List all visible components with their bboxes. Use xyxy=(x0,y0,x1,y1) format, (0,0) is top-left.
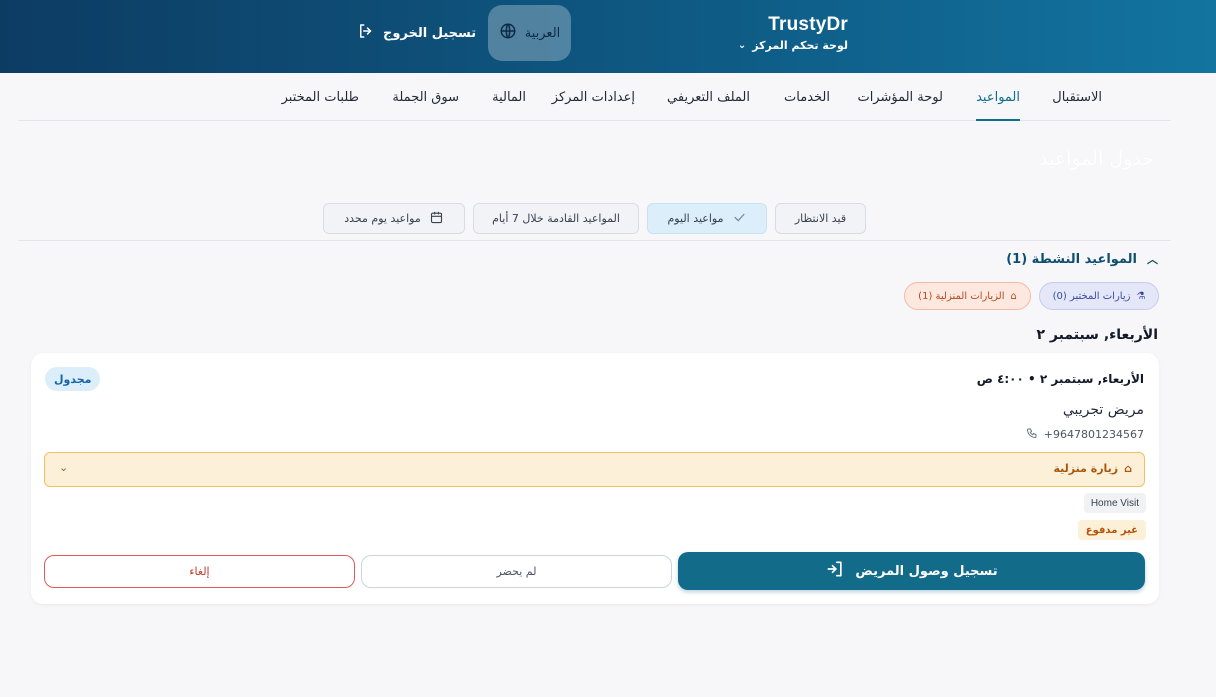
tab-dashboard[interactable]: لوحة المؤشرات xyxy=(857,73,943,121)
payment-status-badge: غير مدفوع xyxy=(1077,520,1146,540)
appointment-datetime: الأربعاء, سبتمبر ٢ • ٤:٠٠ ص xyxy=(976,372,1144,386)
home-icon: ⌂ xyxy=(1124,462,1132,475)
main-nav-tabs: الاستقبال المواعيد لوحة المؤشرات الخدمات… xyxy=(18,73,1171,121)
tab-finance[interactable]: المالية xyxy=(492,73,526,121)
filter-upcoming-label: المواعيد القادمة خلال 7 أيام xyxy=(492,212,620,225)
status-badge: مجدول xyxy=(45,367,101,391)
active-appointments-title: المواعيد النشطة (1) xyxy=(1006,251,1137,267)
home-icon: ⌂ xyxy=(1010,290,1017,302)
globe-icon xyxy=(499,22,517,44)
page-title: جدول المواعيد xyxy=(1039,148,1154,170)
no-show-label: لم يحضر xyxy=(496,565,537,578)
service-tag: Home Visit xyxy=(1083,493,1146,513)
patient-phone: +9647801234567 xyxy=(1026,427,1144,442)
chevron-down-icon: ⌄ xyxy=(737,40,747,51)
visit-type: ⌂ زيارة منزلية xyxy=(1053,462,1132,475)
flask-icon: ⚗ xyxy=(1136,290,1146,302)
filter-upcoming[interactable]: المواعيد القادمة خلال 7 أيام xyxy=(473,203,639,234)
phone-icon xyxy=(1026,427,1038,442)
filter-pending[interactable]: قيد الانتظار xyxy=(775,203,866,234)
logout-icon xyxy=(357,22,375,44)
logout-label: تسجيل الخروج xyxy=(383,25,477,41)
tab-lab-requests[interactable]: طلبات المختبر xyxy=(282,73,359,121)
brand-name: TrustyDr xyxy=(768,14,848,35)
tab-services[interactable]: الخدمات xyxy=(784,73,830,121)
active-appointments-toggle[interactable]: ︿ المواعيد النشطة (1) xyxy=(1006,251,1158,267)
check-in-button[interactable]: تسجيل وصول المريض xyxy=(678,552,1145,590)
brand-subtitle: لوحة تحكم المركز xyxy=(752,39,848,52)
appointment-card: الأربعاء, سبتمبر ٢ • ٤:٠٠ ص مجدول مريض ت… xyxy=(31,353,1159,604)
home-visits-label: الزيارات المنزلية (1) xyxy=(918,290,1005,302)
login-icon xyxy=(825,559,845,583)
calendar-icon xyxy=(429,210,444,228)
chevron-down-icon: ⌄ xyxy=(59,461,69,474)
tab-wholesale-market[interactable]: سوق الجملة xyxy=(392,73,459,121)
tab-center-settings[interactable]: إعدادات المركز xyxy=(552,73,635,121)
appointment-filters: قيد الانتظار مواعيد اليوم المواعيد القاد… xyxy=(0,203,1216,235)
check-icon xyxy=(732,210,747,228)
lab-visits-chip[interactable]: ⚗ زيارات المختبر (0) xyxy=(1039,282,1159,310)
chevron-up-icon: ︿ xyxy=(1147,253,1158,266)
tab-reception[interactable]: الاستقبال xyxy=(1052,73,1102,121)
visit-type-label: زيارة منزلية xyxy=(1053,462,1119,475)
language-label: العربية xyxy=(524,25,561,41)
visit-type-accordion[interactable]: ⌂ زيارة منزلية ⌄ xyxy=(44,452,1145,487)
filter-today[interactable]: مواعيد اليوم xyxy=(647,203,767,234)
home-visits-chip[interactable]: ⌂ الزيارات المنزلية (1) xyxy=(904,282,1031,310)
top-bar: TrustyDr لوحة تحكم المركز ⌄ العربية تسجي… xyxy=(0,0,1216,73)
center-dashboard-dropdown[interactable]: لوحة تحكم المركز ⌄ xyxy=(738,39,848,52)
divider xyxy=(18,240,1171,241)
brand: TrustyDr لوحة تحكم المركز ⌄ xyxy=(738,14,848,52)
filter-today-label: مواعيد اليوم xyxy=(667,212,724,225)
logout-button[interactable]: تسجيل الخروج xyxy=(357,22,476,44)
check-in-label: تسجيل وصول المريض xyxy=(855,563,998,579)
cancel-button[interactable]: إلغاء xyxy=(44,555,355,588)
no-show-button[interactable]: لم يحضر xyxy=(361,555,672,588)
tab-profile[interactable]: الملف التعريفي xyxy=(667,73,750,121)
cancel-label: إلغاء xyxy=(189,565,210,578)
patient-name: مريض تجريبي xyxy=(1062,402,1144,418)
language-switcher[interactable]: العربية xyxy=(488,5,571,61)
filter-specific-day-label: مواعيد يوم محدد xyxy=(344,212,421,225)
tab-appointments[interactable]: المواعيد xyxy=(976,73,1020,121)
filter-pending-label: قيد الانتظار xyxy=(794,212,847,225)
date-heading: الأربعاء, سبتمبر ٢ xyxy=(1036,327,1158,343)
phone-number: +9647801234567 xyxy=(1043,428,1144,441)
filter-specific-day[interactable]: مواعيد يوم محدد xyxy=(323,203,465,234)
lab-visits-label: زيارات المختبر (0) xyxy=(1052,290,1131,302)
